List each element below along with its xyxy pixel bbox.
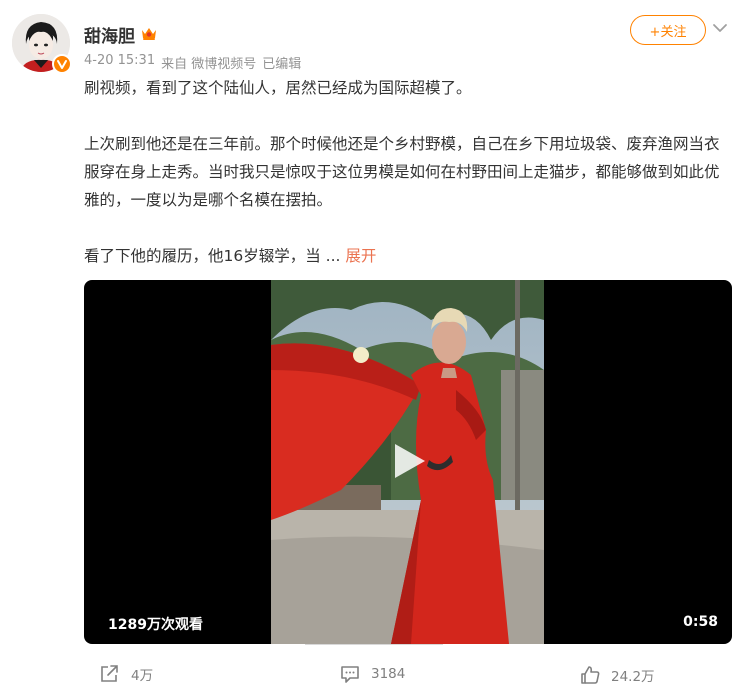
post-source: 来自 微博视频号 — [161, 57, 257, 72]
share-count: 4万 — [131, 668, 154, 684]
comment-count: 3184 — [371, 666, 406, 682]
post-meta: 4-20 15:31 来自 微博视频号 已编辑 — [84, 53, 301, 72]
video-duration: 0:58 — [683, 614, 718, 630]
edited-label[interactable]: 已编辑 — [262, 53, 301, 72]
share-icon — [101, 665, 118, 682]
share-button[interactable]: 4万 — [99, 664, 153, 684]
post-truncated-text: 看了下他的履历，他16岁辍学，当 — [84, 247, 321, 265]
ellipsis: ... — [320, 247, 346, 265]
post-paragraph-1: 刷视频，看到了这个陆仙人，居然已经成为国际超模了。 — [84, 79, 472, 97]
divider — [305, 644, 443, 645]
action-bar: 4万 3184 24.2万 — [0, 664, 754, 694]
post-paragraph-3: 看了下他的履历，他16岁辍学，当 ... 展开 — [84, 242, 724, 270]
username[interactable]: 甜海胆 — [84, 22, 135, 47]
follow-label: +关注 — [649, 24, 687, 40]
post-body: 刷视频，看到了这个陆仙人，居然已经成为国际超模了。 上次刷到他还是在三年前。那个… — [84, 74, 724, 270]
comment-button[interactable]: 3184 — [339, 664, 405, 684]
video-player[interactable]: 1289万次观看 0:58 — [84, 280, 732, 644]
post-date[interactable]: 4-20 15:31 — [84, 53, 155, 72]
expand-link[interactable]: 展开 — [345, 247, 376, 265]
post-paragraph-2: 上次刷到他还是在三年前。那个时候他还是个乡村野模，自己在乡下用垃圾袋、废弃渔网当… — [84, 135, 720, 209]
verified-badge — [52, 54, 72, 74]
play-icon[interactable] — [387, 440, 429, 482]
comment-icon — [341, 666, 359, 683]
follow-button[interactable]: +关注 — [630, 15, 706, 45]
thumbs-up-icon — [581, 666, 600, 684]
view-count: 1289万次观看 — [108, 617, 203, 633]
v-verified-icon — [57, 60, 67, 69]
like-button[interactable]: 24.2万 — [579, 664, 655, 686]
chevron-down-icon[interactable] — [712, 22, 728, 34]
crown-badge-icon[interactable] — [140, 25, 158, 41]
like-count: 24.2万 — [611, 669, 655, 685]
